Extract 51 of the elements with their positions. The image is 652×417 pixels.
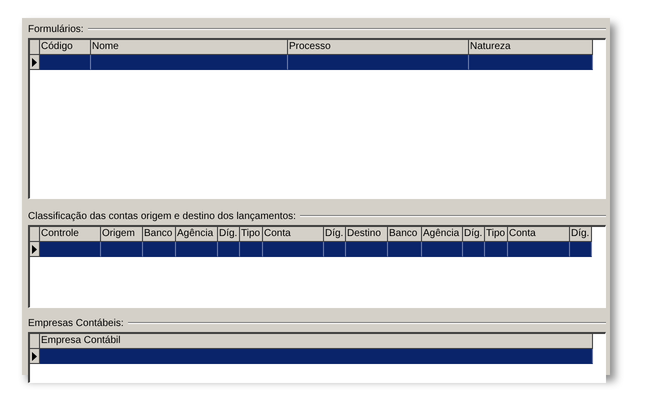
table-cell [422,242,463,257]
column-header[interactable]: Controle [40,227,101,242]
table-cell [388,242,422,257]
table-cell [143,242,176,257]
row-indicator[interactable] [30,55,40,70]
column-header[interactable]: Díg. [218,227,240,242]
table-cell [40,242,101,257]
table-cell [346,242,388,257]
group-title: Formulários: [28,24,84,34]
column-header[interactable]: Díg. [324,227,346,242]
column-header[interactable]: Díg. [570,227,592,242]
header-corner [30,334,40,349]
group-title: Classificação das contas origem e destino dos lançamentos: [28,210,296,222]
table-cell [40,55,91,70]
column-header[interactable]: Destino [346,227,388,242]
column-header[interactable]: Conta [508,227,570,242]
data-grid[interactable]: Controle Origem Banco Agência Díg. Tipo Conta Díg. Destino Banco Agência Díg. Tipo Conta Díg. [28,225,606,308]
group-title: Empresas Contábeis: [28,318,124,328]
column-header[interactable]: Conta [263,227,324,242]
column-header[interactable]: Código [40,40,91,55]
table-cell [176,242,218,257]
pointer-icon [32,352,37,360]
table-cell [485,242,508,257]
column-header[interactable]: Natureza [469,40,593,55]
header-corner [30,40,40,55]
table-cell [218,242,240,257]
table-cell [463,242,485,257]
data-grid[interactable]: Empresa Contábil [28,332,606,383]
column-header[interactable]: Origem [101,227,143,242]
column-header[interactable]: Banco [388,227,422,242]
column-header[interactable]: Empresa Contábil [40,334,593,349]
header-corner [30,227,40,242]
row-indicator[interactable] [30,242,40,257]
column-header[interactable]: Banco [143,227,176,242]
table-cell [508,242,570,257]
data-grid[interactable]: Código Nome Processo Natureza [28,38,606,199]
column-header[interactable]: Nome [91,40,288,55]
column-header[interactable]: Tipo [240,227,263,242]
table-cell [263,242,324,257]
column-header[interactable]: Tipo [485,227,508,242]
column-header[interactable]: Agência [176,227,218,242]
column-header[interactable]: Processo [288,40,469,55]
column-header[interactable]: Agência [422,227,463,242]
table-cell [240,242,263,257]
pointer-icon [32,244,37,254]
column-header[interactable]: Díg. [463,227,485,242]
table-cell [570,242,592,257]
table-cell [324,242,346,257]
row-indicator[interactable] [30,349,40,364]
table-cell [101,242,143,257]
pointer-icon [32,58,37,66]
